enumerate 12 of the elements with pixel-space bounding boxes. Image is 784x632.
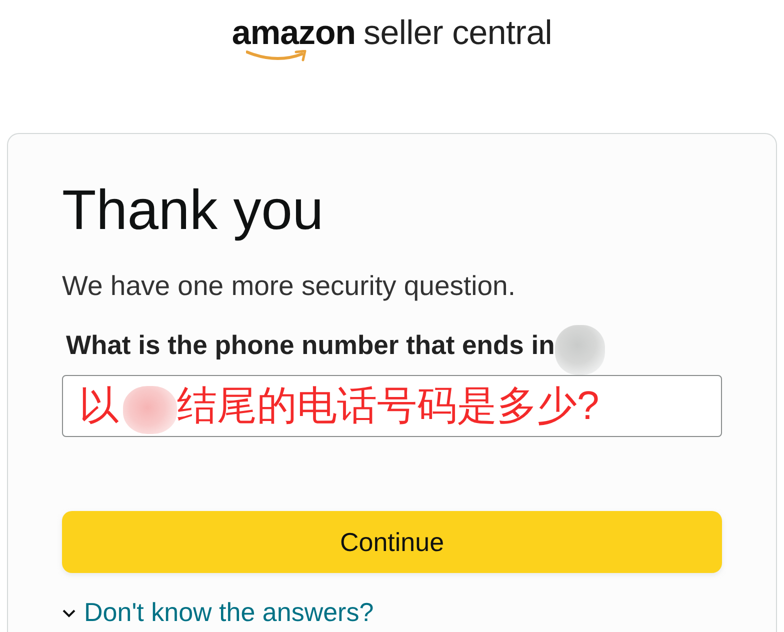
continue-button[interactable]: Continue	[62, 511, 722, 574]
answer-text: 结尾的电话号码是多少?	[177, 386, 600, 426]
redaction-blur-icon	[123, 386, 177, 434]
logo-product-name: seller central	[364, 16, 552, 50]
answer-text: 以	[79, 386, 119, 426]
answer-field[interactable]: 以 结尾的电话号码是多少?	[62, 375, 722, 438]
redaction-blur-icon	[554, 325, 605, 376]
help-link[interactable]: Don't know the answers?	[62, 598, 374, 628]
logo-wordmark: amazon	[232, 16, 356, 50]
subtitle-text: We have one more security question.	[62, 269, 516, 302]
page-title: Thank you	[62, 178, 324, 242]
question-label: What is the phone number that ends in	[66, 330, 555, 362]
